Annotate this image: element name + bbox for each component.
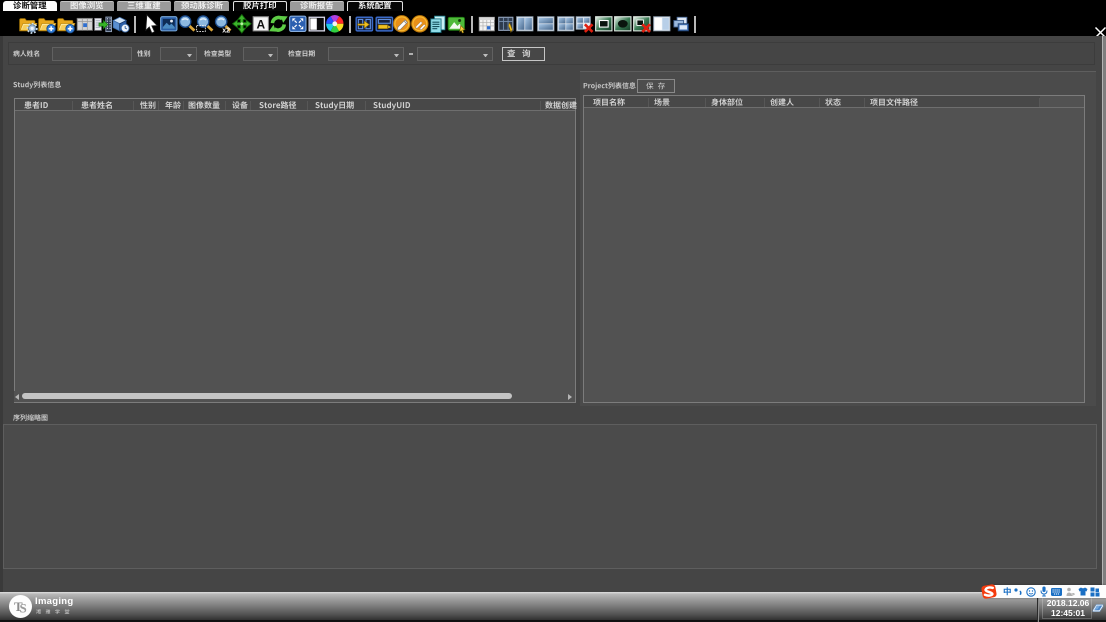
svg-text:S: S — [20, 601, 27, 616]
svg-text:A: A — [256, 18, 265, 32]
svg-text:x2: x2 — [222, 28, 230, 34]
